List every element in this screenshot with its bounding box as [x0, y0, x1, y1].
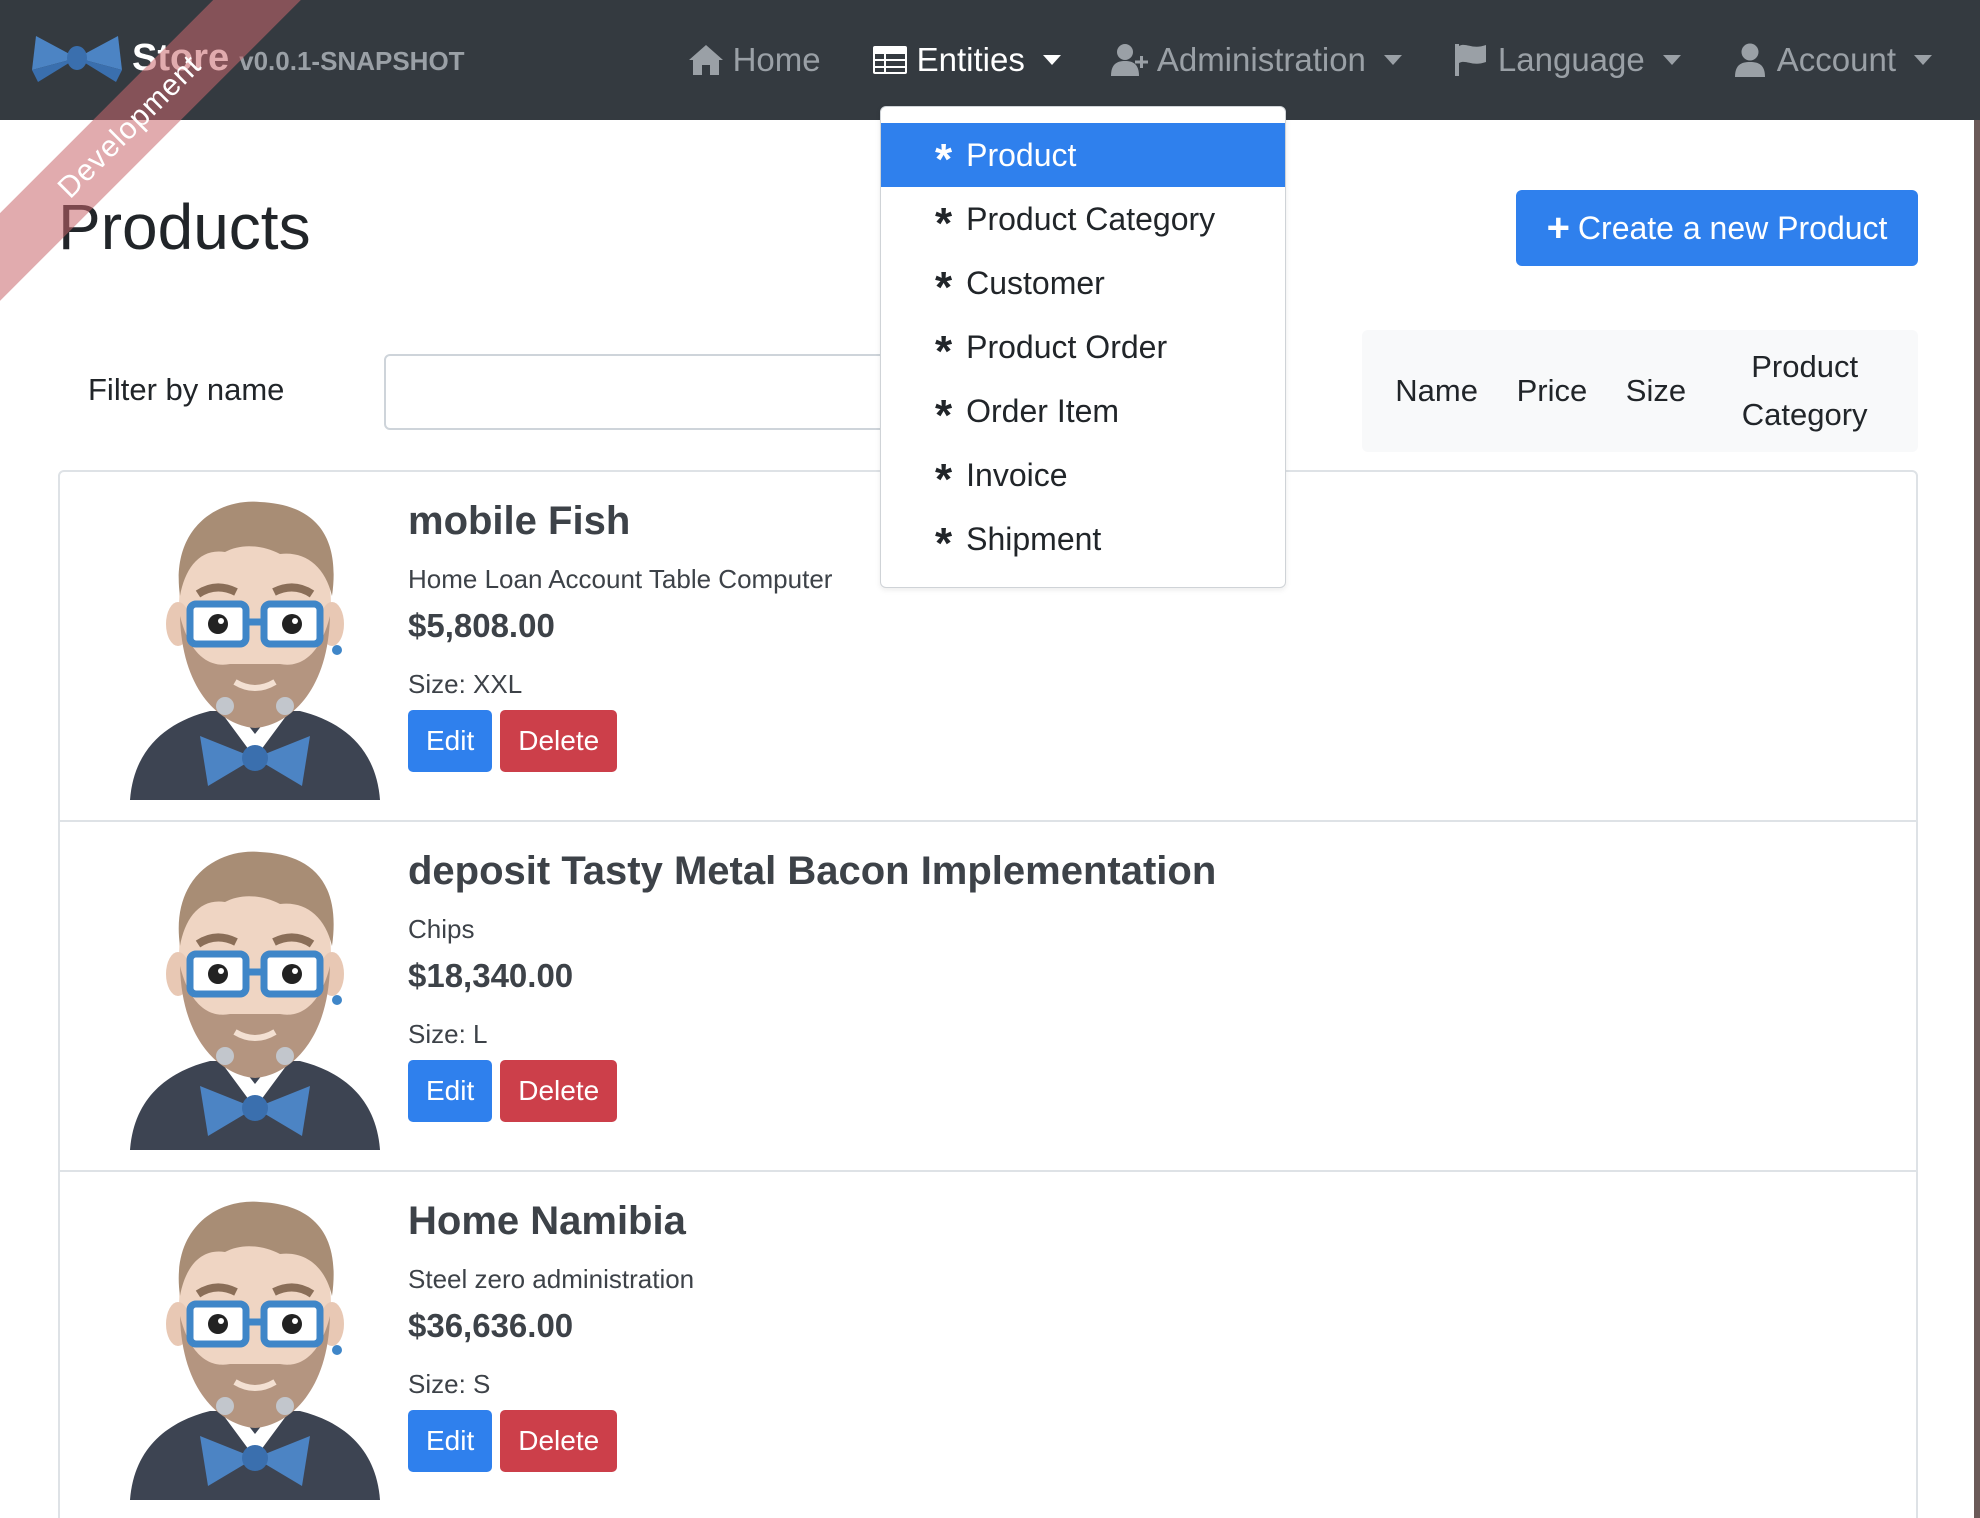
nav-item-account-label: Account [1776, 41, 1896, 78]
menu-item-label: Order Item [966, 392, 1120, 429]
menu-item-invoice[interactable]: * Invoice [881, 443, 1285, 507]
chevron-down-icon [1662, 55, 1681, 65]
nav-item-administration[interactable]: Administration [1110, 41, 1402, 79]
product-name: Home Namibia [408, 1199, 686, 1243]
product-description: Home Loan Account Table Computer [408, 564, 833, 594]
asterisk-icon: * [935, 391, 953, 440]
edit-button[interactable]: Edit [408, 1060, 493, 1122]
nav-item-administration-label: Administration [1156, 41, 1366, 78]
product-description: Chips [408, 914, 475, 944]
table-icon [872, 46, 907, 74]
product-size: Size: XXL [408, 669, 523, 699]
chevron-down-icon [1042, 55, 1061, 65]
product-actions: Edit Delete [408, 1060, 1216, 1122]
product-actions: Edit Delete [408, 710, 832, 772]
list-item: Home Namibia Steel zero administration $… [60, 1172, 1916, 1518]
delete-button[interactable]: Delete [500, 1060, 618, 1122]
asterisk-icon: * [935, 263, 953, 312]
delete-button[interactable]: Delete [500, 710, 618, 772]
sort-by-category[interactable]: Product Category [1725, 343, 1885, 439]
menu-item-customer[interactable]: * Customer [881, 251, 1285, 315]
home-icon [688, 45, 723, 75]
asterisk-icon: * [935, 455, 953, 504]
menu-item-label: Shipment [966, 520, 1102, 557]
brand[interactable]: Store v0.0.1-SNAPSHOT [32, 30, 465, 86]
nav-item-language-label: Language [1497, 41, 1645, 78]
product-avatar [130, 496, 380, 800]
sort-bar: Name Price Size Product Category [1362, 330, 1918, 452]
sort-by-name[interactable]: Name [1395, 367, 1478, 415]
list-item: deposit Tasty Metal Bacon Implementation… [60, 822, 1916, 1172]
product-price: $36,636.00 [408, 1307, 574, 1344]
create-product-label: Create a new Product [1577, 209, 1888, 246]
product-body: mobile Fish Home Loan Account Table Comp… [408, 496, 832, 772]
flag-icon [1454, 44, 1486, 76]
product-list: mobile Fish Home Loan Account Table Comp… [58, 470, 1918, 1518]
bowtie-logo-icon [32, 36, 122, 82]
page-title: Products [58, 191, 311, 263]
product-actions: Edit Delete [408, 1410, 694, 1472]
plus-icon: + [1546, 205, 1570, 250]
product-description: Steel zero administration [408, 1264, 695, 1294]
product-body: deposit Tasty Metal Bacon Implementation… [408, 846, 1216, 1122]
product-avatar [130, 1196, 380, 1500]
asterisk-icon: * [935, 327, 953, 376]
chevron-down-icon [1914, 55, 1932, 65]
menu-item-product-order[interactable]: * Product Order [881, 315, 1285, 379]
filter-label: Filter by name [88, 372, 285, 407]
delete-button[interactable]: Delete [500, 1410, 618, 1472]
product-name: mobile Fish [408, 499, 631, 543]
sort-by-size[interactable]: Size [1626, 367, 1686, 415]
asterisk-icon: * [935, 135, 953, 184]
menu-item-shipment[interactable]: * Shipment [881, 507, 1285, 571]
nav-item-home-label: Home [732, 41, 821, 78]
edit-button[interactable]: Edit [408, 1410, 493, 1472]
brand-title: Store [132, 36, 230, 79]
nav-item-entities-label: Entities [916, 41, 1025, 78]
product-body: Home Namibia Steel zero administration $… [408, 1196, 694, 1472]
brand-version: v0.0.1-SNAPSHOT [239, 45, 465, 76]
menu-item-label: Product [966, 136, 1077, 173]
nav-items: Home Entities Administration Language Ac… [637, 0, 1932, 120]
navbar: Store v0.0.1-SNAPSHOT Home Entities Admi… [0, 0, 1980, 120]
create-product-button[interactable]: + Create a new Product [1516, 190, 1918, 266]
menu-item-label: Customer [966, 264, 1105, 301]
sort-by-price[interactable]: Price [1517, 367, 1588, 415]
product-size: Size: S [408, 1369, 491, 1399]
entities-dropdown-menu: * Product * Product Category * Customer … [880, 106, 1286, 588]
menu-item-order-item[interactable]: * Order Item [881, 379, 1285, 443]
product-avatar [130, 846, 380, 1150]
chevron-down-icon [1383, 55, 1402, 65]
edit-button[interactable]: Edit [408, 710, 493, 772]
menu-item-product-category[interactable]: * Product Category [881, 187, 1285, 251]
product-price: $5,808.00 [408, 607, 555, 644]
menu-item-label: Invoice [966, 456, 1068, 493]
nav-item-language[interactable]: Language [1452, 41, 1681, 79]
asterisk-icon: * [935, 199, 953, 248]
product-name: deposit Tasty Metal Bacon Implementation [408, 849, 1217, 893]
user-icon [1734, 43, 1765, 77]
nav-item-home[interactable]: Home [687, 41, 821, 79]
window-edge [1974, 120, 1980, 1518]
filter-input[interactable] [384, 354, 924, 430]
menu-item-label: Product Category [966, 200, 1216, 237]
menu-item-label: Product Order [966, 328, 1168, 365]
menu-item-product[interactable]: * Product [881, 123, 1285, 187]
nav-item-account[interactable]: Account [1731, 41, 1932, 79]
product-size: Size: L [408, 1019, 488, 1049]
user-plus-icon [1110, 44, 1148, 76]
nav-item-entities[interactable]: Entities [871, 41, 1061, 79]
product-price: $18,340.00 [408, 957, 574, 994]
asterisk-icon: * [935, 519, 953, 568]
